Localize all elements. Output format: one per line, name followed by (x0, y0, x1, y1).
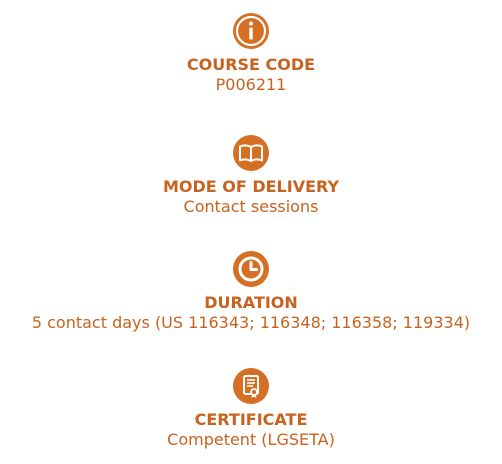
duration-block: DURATION 5 contact days (US 116343; 1163… (0, 250, 502, 333)
duration-title: DURATION (204, 293, 298, 312)
info-icon (232, 12, 270, 50)
certificate-title: CERTIFICATE (194, 410, 308, 429)
course-code-value: P006211 (215, 75, 287, 94)
course-code-title: COURSE CODE (186, 55, 316, 74)
mode-of-delivery-value: Contact sessions (183, 197, 319, 216)
clock-icon (232, 250, 270, 288)
certificate-value: Competent (LGSETA) (167, 430, 335, 449)
book-icon (232, 134, 270, 172)
certificate-icon (232, 367, 270, 405)
course-code-block: COURSE CODE P006211 (0, 12, 502, 95)
certificate-block: CERTIFICATE Competent (LGSETA) (0, 367, 502, 450)
mode-of-delivery-title: MODE OF DELIVERY (162, 177, 340, 196)
course-info-list: COURSE CODE P006211 MODE OF DELIVERY Con… (0, 0, 502, 464)
mode-of-delivery-block: MODE OF DELIVERY Contact sessions (0, 134, 502, 217)
duration-value: 5 contact days (US 116343; 116348; 11635… (31, 313, 471, 332)
